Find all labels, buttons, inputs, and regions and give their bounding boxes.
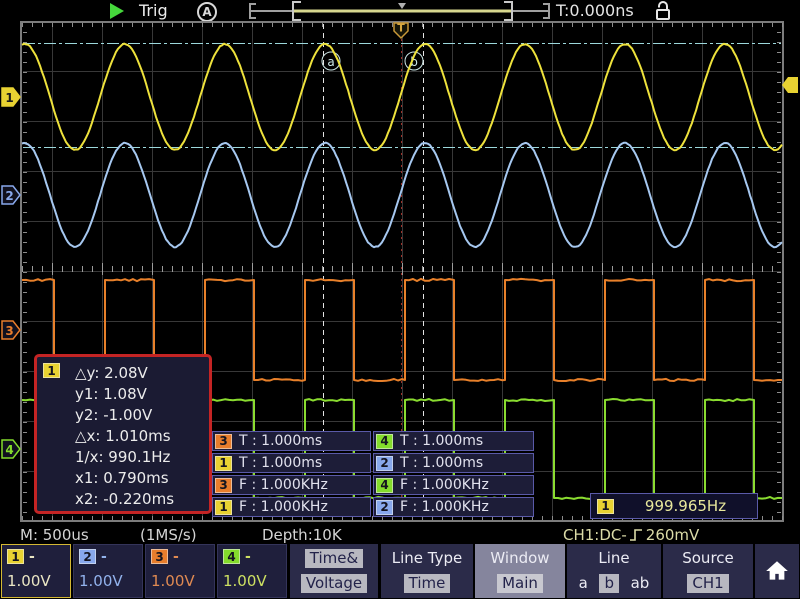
cursor-x2: x2: -0.220ms xyxy=(75,489,209,510)
channel-4-cell[interactable]: 4- 1.00V xyxy=(217,544,287,598)
channel-badge: 1 xyxy=(215,456,232,471)
measurement-value: T : 1.000ms xyxy=(239,433,322,449)
frequency-counter: 1 999.965Hz xyxy=(590,493,758,519)
cursor-type-line1: Time& xyxy=(305,549,363,568)
measurement-value: F : 1.000KHz xyxy=(239,499,328,515)
measurement-item: 2 F : 1.000KHz xyxy=(373,497,534,517)
cursor-type-line2: Voltage xyxy=(301,574,367,593)
measurement-item: 1 T : 1.000ms xyxy=(212,453,371,473)
source-value: CH1 xyxy=(687,574,728,593)
channel-badge: 1 xyxy=(7,549,24,564)
cursor-a-label: a xyxy=(327,55,334,69)
measurement-panel: 3 T : 1.000ms 4 T : 1.000ms 1 T : 1.000ms 2… xyxy=(212,431,536,517)
frequency-value: 999.965Hz xyxy=(614,497,757,515)
menu-label: Line xyxy=(567,549,661,567)
channel-1-cell[interactable]: 1- 1.00V xyxy=(1,544,71,598)
volts-per-div: 1.00V xyxy=(7,572,65,590)
channel-marker-label-1: 1 xyxy=(5,91,13,105)
channel-badge: 2 xyxy=(376,456,393,471)
channel-3-cell[interactable]: 3- 1.00V xyxy=(145,544,215,598)
measurement-value: T : 1.000ms xyxy=(400,455,483,471)
sample-rate-readout: (1MS/s) xyxy=(140,526,197,544)
measurement-value: F : 1.000KHz xyxy=(400,499,489,515)
menu-label: Window xyxy=(475,549,565,567)
menu-line-select-button[interactable]: Line a b ab xyxy=(567,544,661,598)
window-value: Main xyxy=(497,574,543,593)
line-option-a[interactable]: a xyxy=(579,573,588,593)
volts-per-div: 1.00V xyxy=(223,572,281,590)
channel-2-cell[interactable]: 2- 1.00V xyxy=(73,544,143,598)
trigger-coupling: CH1:DC- xyxy=(563,526,627,544)
menu-source-button[interactable]: Source CH1 xyxy=(663,544,753,598)
trigger-level-marker xyxy=(782,77,798,93)
menu-cursor-type-button[interactable]: Time& Voltage xyxy=(290,544,378,598)
channel-badge: 2 xyxy=(376,500,393,515)
measurement-item: 3 T : 1.000ms xyxy=(212,431,371,451)
cursor-delta-y: △y: 2.08V xyxy=(75,363,209,384)
home-button[interactable] xyxy=(755,544,799,598)
cursor-inverse-x: 1/x: 990.1Hz xyxy=(75,447,209,468)
cursor-x1: x1: 0.790ms xyxy=(75,468,209,489)
channel-badge: 1 xyxy=(215,500,232,515)
trigger-level: 260mV xyxy=(646,526,700,544)
measurement-value: T : 1.000ms xyxy=(400,433,483,449)
oscilloscope-screen: Trig A T:0.000ns ab1234T 1 △y: 2.08V y1:… xyxy=(0,0,800,599)
measurement-value: F : 1.000KHz xyxy=(239,477,328,493)
coupling-indicator: - xyxy=(245,549,251,565)
coupling-indicator: - xyxy=(29,549,35,565)
coupling-indicator: - xyxy=(101,549,107,565)
cursor-y2: y2: -1.00V xyxy=(75,405,209,426)
channel-badge: 1 xyxy=(43,363,60,378)
channel-badge: 3 xyxy=(215,478,232,493)
measurement-item: 4 T : 1.000ms xyxy=(373,431,534,451)
measurement-item: 1 F : 1.000KHz xyxy=(212,497,371,517)
line-option-ab[interactable]: ab xyxy=(631,573,650,593)
measurement-item: 3 F : 1.000KHz xyxy=(212,475,371,495)
coupling-indicator: - xyxy=(173,549,179,565)
channel-badge: 3 xyxy=(151,549,168,564)
channel-badge: 4 xyxy=(376,478,393,493)
volts-per-div: 1.00V xyxy=(151,572,209,590)
menu-line-type-button[interactable]: Line Type Time xyxy=(381,544,473,598)
channel-marker-label-2: 2 xyxy=(5,189,13,203)
channel-badge: 4 xyxy=(223,549,240,564)
volts-per-div: 1.00V xyxy=(79,572,137,590)
rising-edge-icon xyxy=(629,527,644,543)
timebase-readout: M: 500us xyxy=(20,526,89,544)
memory-depth-readout: Depth:10K xyxy=(262,526,342,544)
measurement-item: 2 T : 1.000ms xyxy=(373,453,534,473)
channel-marker-label-3: 3 xyxy=(5,324,13,338)
measurement-value: T : 1.000ms xyxy=(239,455,322,471)
menu-label: Source xyxy=(663,549,753,567)
line-type-value: Time xyxy=(404,574,451,593)
menu-window-button[interactable]: Window Main xyxy=(475,544,565,598)
measurement-item: 4 F : 1.000KHz xyxy=(373,475,534,495)
trigger-readout: CH1:DC- 260mV xyxy=(563,526,699,544)
channel-badge: 3 xyxy=(215,434,232,449)
channel-badge: 4 xyxy=(376,434,393,449)
cursor-y1: y1: 1.08V xyxy=(75,384,209,405)
channel-badge: 2 xyxy=(79,549,96,564)
menu-label: Line Type xyxy=(381,549,473,567)
line-option-b[interactable]: b xyxy=(599,574,619,593)
channel-badge: 1 xyxy=(597,499,614,514)
home-icon xyxy=(764,558,790,584)
measurement-value: F : 1.000KHz xyxy=(400,477,489,493)
cursor-readout-panel[interactable]: 1 △y: 2.08V y1: 1.08V y2: -1.00V △x: 1.0… xyxy=(34,354,212,514)
bottom-menu-bar: 1- 1.00V 2- 1.00V 3- 1.00V 4- 1.00V Time… xyxy=(0,543,800,599)
channel-marker-label-4: 4 xyxy=(5,443,13,457)
cursor-delta-x: △x: 1.010ms xyxy=(75,426,209,447)
trigger-t-label: T xyxy=(397,22,405,35)
status-bar: M: 500us (1MS/s) Depth:10K CH1:DC- 260mV xyxy=(0,526,800,543)
